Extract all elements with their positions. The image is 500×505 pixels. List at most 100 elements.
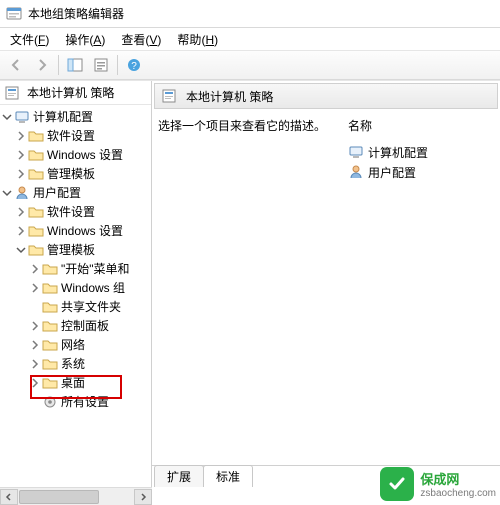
- tree-label: Windows 设置: [47, 222, 123, 239]
- tree-label: 管理模板: [47, 165, 95, 182]
- list-item-label: 用户配置: [368, 164, 416, 181]
- tree-node-start-menu[interactable]: "开始"菜单和: [0, 259, 151, 278]
- folder-icon: [28, 204, 44, 220]
- tree-label: 系统: [61, 355, 85, 372]
- scroll-left-arrow[interactable]: [0, 489, 18, 505]
- forward-button[interactable]: [30, 53, 54, 77]
- menu-action[interactable]: 操作(A): [57, 29, 113, 50]
- computer-icon: [348, 144, 364, 160]
- watermark-badge-icon: [380, 467, 414, 501]
- expand-collapse-icon[interactable]: [0, 110, 14, 124]
- tree-label: 控制面板: [61, 317, 109, 334]
- toolbar: ?: [0, 50, 500, 80]
- scroll-track[interactable]: [18, 489, 134, 505]
- tree-node-computer-config[interactable]: 计算机配置: [0, 107, 151, 126]
- svg-text:?: ?: [131, 61, 137, 72]
- menu-help[interactable]: 帮助(H): [169, 29, 226, 50]
- menu-file[interactable]: 文件(F): [2, 29, 57, 50]
- tree-node-software-settings-2[interactable]: 软件设置: [0, 202, 151, 221]
- menubar: 文件(F) 操作(A) 查看(V) 帮助(H): [0, 28, 500, 50]
- folder-icon: [28, 128, 44, 144]
- leaf-spacer: [28, 300, 42, 314]
- tree-label: 所有设置: [61, 393, 109, 410]
- tree-label: 网络: [61, 336, 85, 353]
- expand-icon[interactable]: [28, 338, 42, 352]
- scroll-thumb[interactable]: [19, 490, 99, 504]
- right-pane-header: 本地计算机 策略: [154, 83, 498, 109]
- folder-icon: [42, 375, 58, 391]
- tree-label: Windows 设置: [47, 146, 123, 163]
- policy-icon: [4, 85, 20, 101]
- tree-pane: 本地计算机 策略 计算机配置 软件设置 Windows 设置: [0, 81, 152, 487]
- expand-icon[interactable]: [14, 148, 28, 162]
- list-item-user-config[interactable]: 用户配置: [348, 162, 494, 182]
- tree-node-windows-settings[interactable]: Windows 设置: [0, 145, 151, 164]
- scroll-right-arrow[interactable]: [134, 489, 152, 505]
- tree-node-desktop[interactable]: 桌面: [0, 373, 151, 392]
- right-list: 名称 计算机配置 用户配置: [348, 117, 494, 457]
- folder-icon: [42, 337, 58, 353]
- folder-icon: [42, 318, 58, 334]
- expand-icon[interactable]: [14, 205, 28, 219]
- leaf-spacer: [28, 395, 42, 409]
- tree-node-all-settings[interactable]: 所有设置: [0, 392, 151, 411]
- folder-icon: [42, 356, 58, 372]
- expand-icon[interactable]: [28, 319, 42, 333]
- expand-icon[interactable]: [28, 376, 42, 390]
- tree-label: 管理模板: [47, 241, 95, 258]
- horizontal-scrollbar[interactable]: [0, 487, 152, 505]
- window-title: 本地组策略编辑器: [28, 5, 124, 22]
- folder-icon: [28, 147, 44, 163]
- tree-label: 桌面: [61, 374, 85, 391]
- expand-icon[interactable]: [14, 167, 28, 181]
- expand-icon[interactable]: [28, 262, 42, 276]
- folder-icon: [28, 166, 44, 182]
- tree-node-control-panel[interactable]: 控制面板: [0, 316, 151, 335]
- tree-label: "开始"菜单和: [61, 260, 130, 277]
- tab-standard[interactable]: 标准: [203, 465, 253, 487]
- watermark-text: 保成网 zsbaocheng.com: [420, 469, 496, 499]
- folder-icon: [42, 261, 58, 277]
- tree-node-admin-templates-2[interactable]: 管理模板: [0, 240, 151, 259]
- list-item-computer-config[interactable]: 计算机配置: [348, 142, 494, 162]
- tree-node-software-settings[interactable]: 软件设置: [0, 126, 151, 145]
- tree-node-network[interactable]: 网络: [0, 335, 151, 354]
- tree-node-system[interactable]: 系统: [0, 354, 151, 373]
- tree-node-user-config[interactable]: 用户配置: [0, 183, 151, 202]
- tree-node-admin-templates[interactable]: 管理模板: [0, 164, 151, 183]
- toolbar-show-hide-tree[interactable]: [63, 53, 87, 77]
- toolbar-help[interactable]: ?: [122, 53, 146, 77]
- tree-root-header[interactable]: 本地计算机 策略: [0, 81, 151, 105]
- toolbar-separator: [117, 55, 118, 75]
- tree: 计算机配置 软件设置 Windows 设置 管理模板: [0, 105, 151, 413]
- folder-icon: [42, 280, 58, 296]
- tree-node-shared-folders[interactable]: 共享文件夹: [0, 297, 151, 316]
- tree-label: 软件设置: [47, 127, 95, 144]
- user-icon: [348, 164, 364, 180]
- expand-icon[interactable]: [28, 281, 42, 295]
- toolbar-properties[interactable]: [89, 53, 113, 77]
- menu-view[interactable]: 查看(V): [113, 29, 169, 50]
- tree-root-label: 本地计算机 策略: [27, 84, 114, 101]
- tree-label: 用户配置: [33, 184, 81, 201]
- settings-icon: [42, 394, 58, 410]
- user-icon: [14, 185, 30, 201]
- tree-label: 共享文件夹: [61, 298, 121, 315]
- expand-icon[interactable]: [28, 357, 42, 371]
- right-pane-body: 选择一个项目来查看它的描述。 名称 计算机配置 用户配置: [152, 109, 500, 465]
- expand-collapse-icon[interactable]: [14, 243, 28, 257]
- folder-icon: [28, 242, 44, 258]
- back-button[interactable]: [4, 53, 28, 77]
- app-icon: [6, 6, 22, 22]
- right-pane-title: 本地计算机 策略: [186, 88, 273, 105]
- tree-label: 软件设置: [47, 203, 95, 220]
- column-header-name[interactable]: 名称: [348, 117, 494, 134]
- expand-icon[interactable]: [14, 129, 28, 143]
- tree-node-windows-components[interactable]: Windows 组: [0, 278, 151, 297]
- tree-node-windows-settings-2[interactable]: Windows 设置: [0, 221, 151, 240]
- right-pane: 本地计算机 策略 选择一个项目来查看它的描述。 名称 计算机配置 用户配置 扩展…: [152, 81, 500, 487]
- expand-icon[interactable]: [14, 224, 28, 238]
- tab-extended[interactable]: 扩展: [154, 465, 204, 487]
- computer-icon: [14, 109, 30, 125]
- expand-collapse-icon[interactable]: [0, 186, 14, 200]
